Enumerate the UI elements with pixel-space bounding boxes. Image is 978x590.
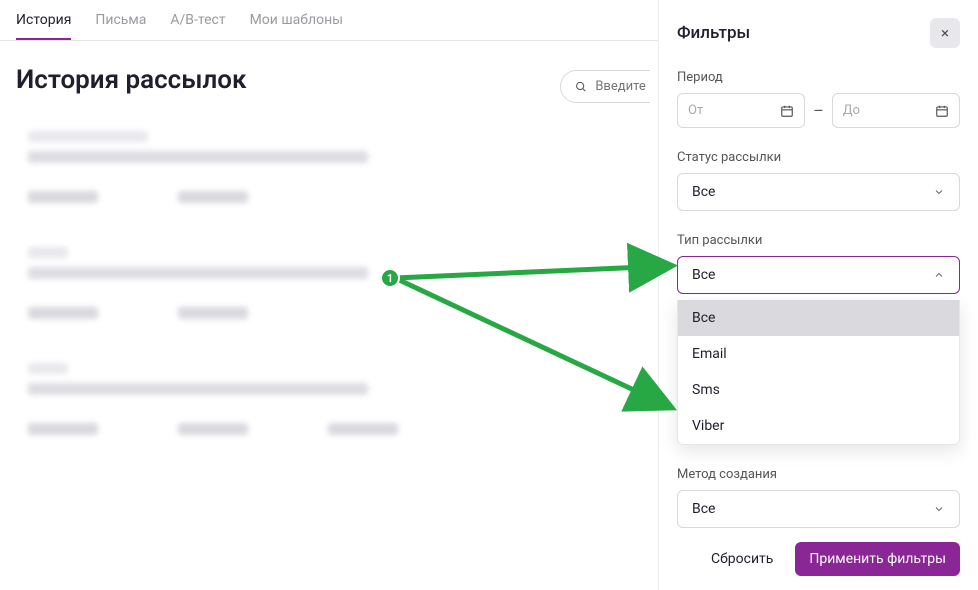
tab-templates[interactable]: Мои шаблоны <box>250 12 343 40</box>
filters-sidebar: Фильтры × Период От – До Статус рассылки… <box>658 0 978 590</box>
chevron-down-icon <box>933 186 945 198</box>
campaign-card[interactable] <box>16 347 581 451</box>
date-to-input[interactable]: До <box>832 93 960 128</box>
type-option-email[interactable]: Email <box>678 336 959 372</box>
calendar-icon <box>780 104 794 118</box>
tab-history[interactable]: История <box>16 12 71 40</box>
status-select[interactable]: Все <box>677 173 960 211</box>
close-icon: × <box>941 24 949 42</box>
campaign-card[interactable] <box>16 231 581 335</box>
status-label: Статус рассылки <box>677 150 960 165</box>
type-value: Все <box>692 267 715 283</box>
close-filters-button[interactable]: × <box>930 18 960 48</box>
method-value: Все <box>692 501 715 517</box>
tab-abtest[interactable]: A/B-тест <box>170 12 225 40</box>
type-select[interactable]: Все <box>677 256 960 294</box>
date-range-dash: – <box>813 101 824 120</box>
search-input[interactable] <box>595 79 650 94</box>
period-label: Период <box>677 70 960 85</box>
search-icon <box>575 80 587 94</box>
search-container <box>560 70 650 103</box>
method-select[interactable]: Все <box>677 490 960 528</box>
date-from-input[interactable]: От <box>677 93 805 128</box>
type-label: Тип рассылки <box>677 233 960 248</box>
date-to-placeholder: До <box>843 103 860 118</box>
type-option-sms[interactable]: Sms <box>678 372 959 408</box>
filters-title: Фильтры <box>677 23 750 43</box>
reset-button[interactable]: Сбросить <box>699 542 785 576</box>
date-from-placeholder: От <box>688 103 703 118</box>
status-value: Все <box>692 184 715 200</box>
method-label: Метод создания <box>677 467 960 482</box>
chevron-down-icon <box>933 503 945 515</box>
type-option-all[interactable]: Все <box>678 300 959 336</box>
tab-letters[interactable]: Письма <box>95 12 146 40</box>
chevron-up-icon <box>933 269 945 281</box>
type-option-viber[interactable]: Viber <box>678 408 959 444</box>
type-dropdown: Все Email Sms Viber <box>677 300 960 445</box>
campaign-card[interactable] <box>16 115 581 219</box>
search-box[interactable] <box>560 70 650 103</box>
calendar-icon <box>935 104 949 118</box>
apply-filters-button[interactable]: Применить фильтры <box>795 542 960 576</box>
